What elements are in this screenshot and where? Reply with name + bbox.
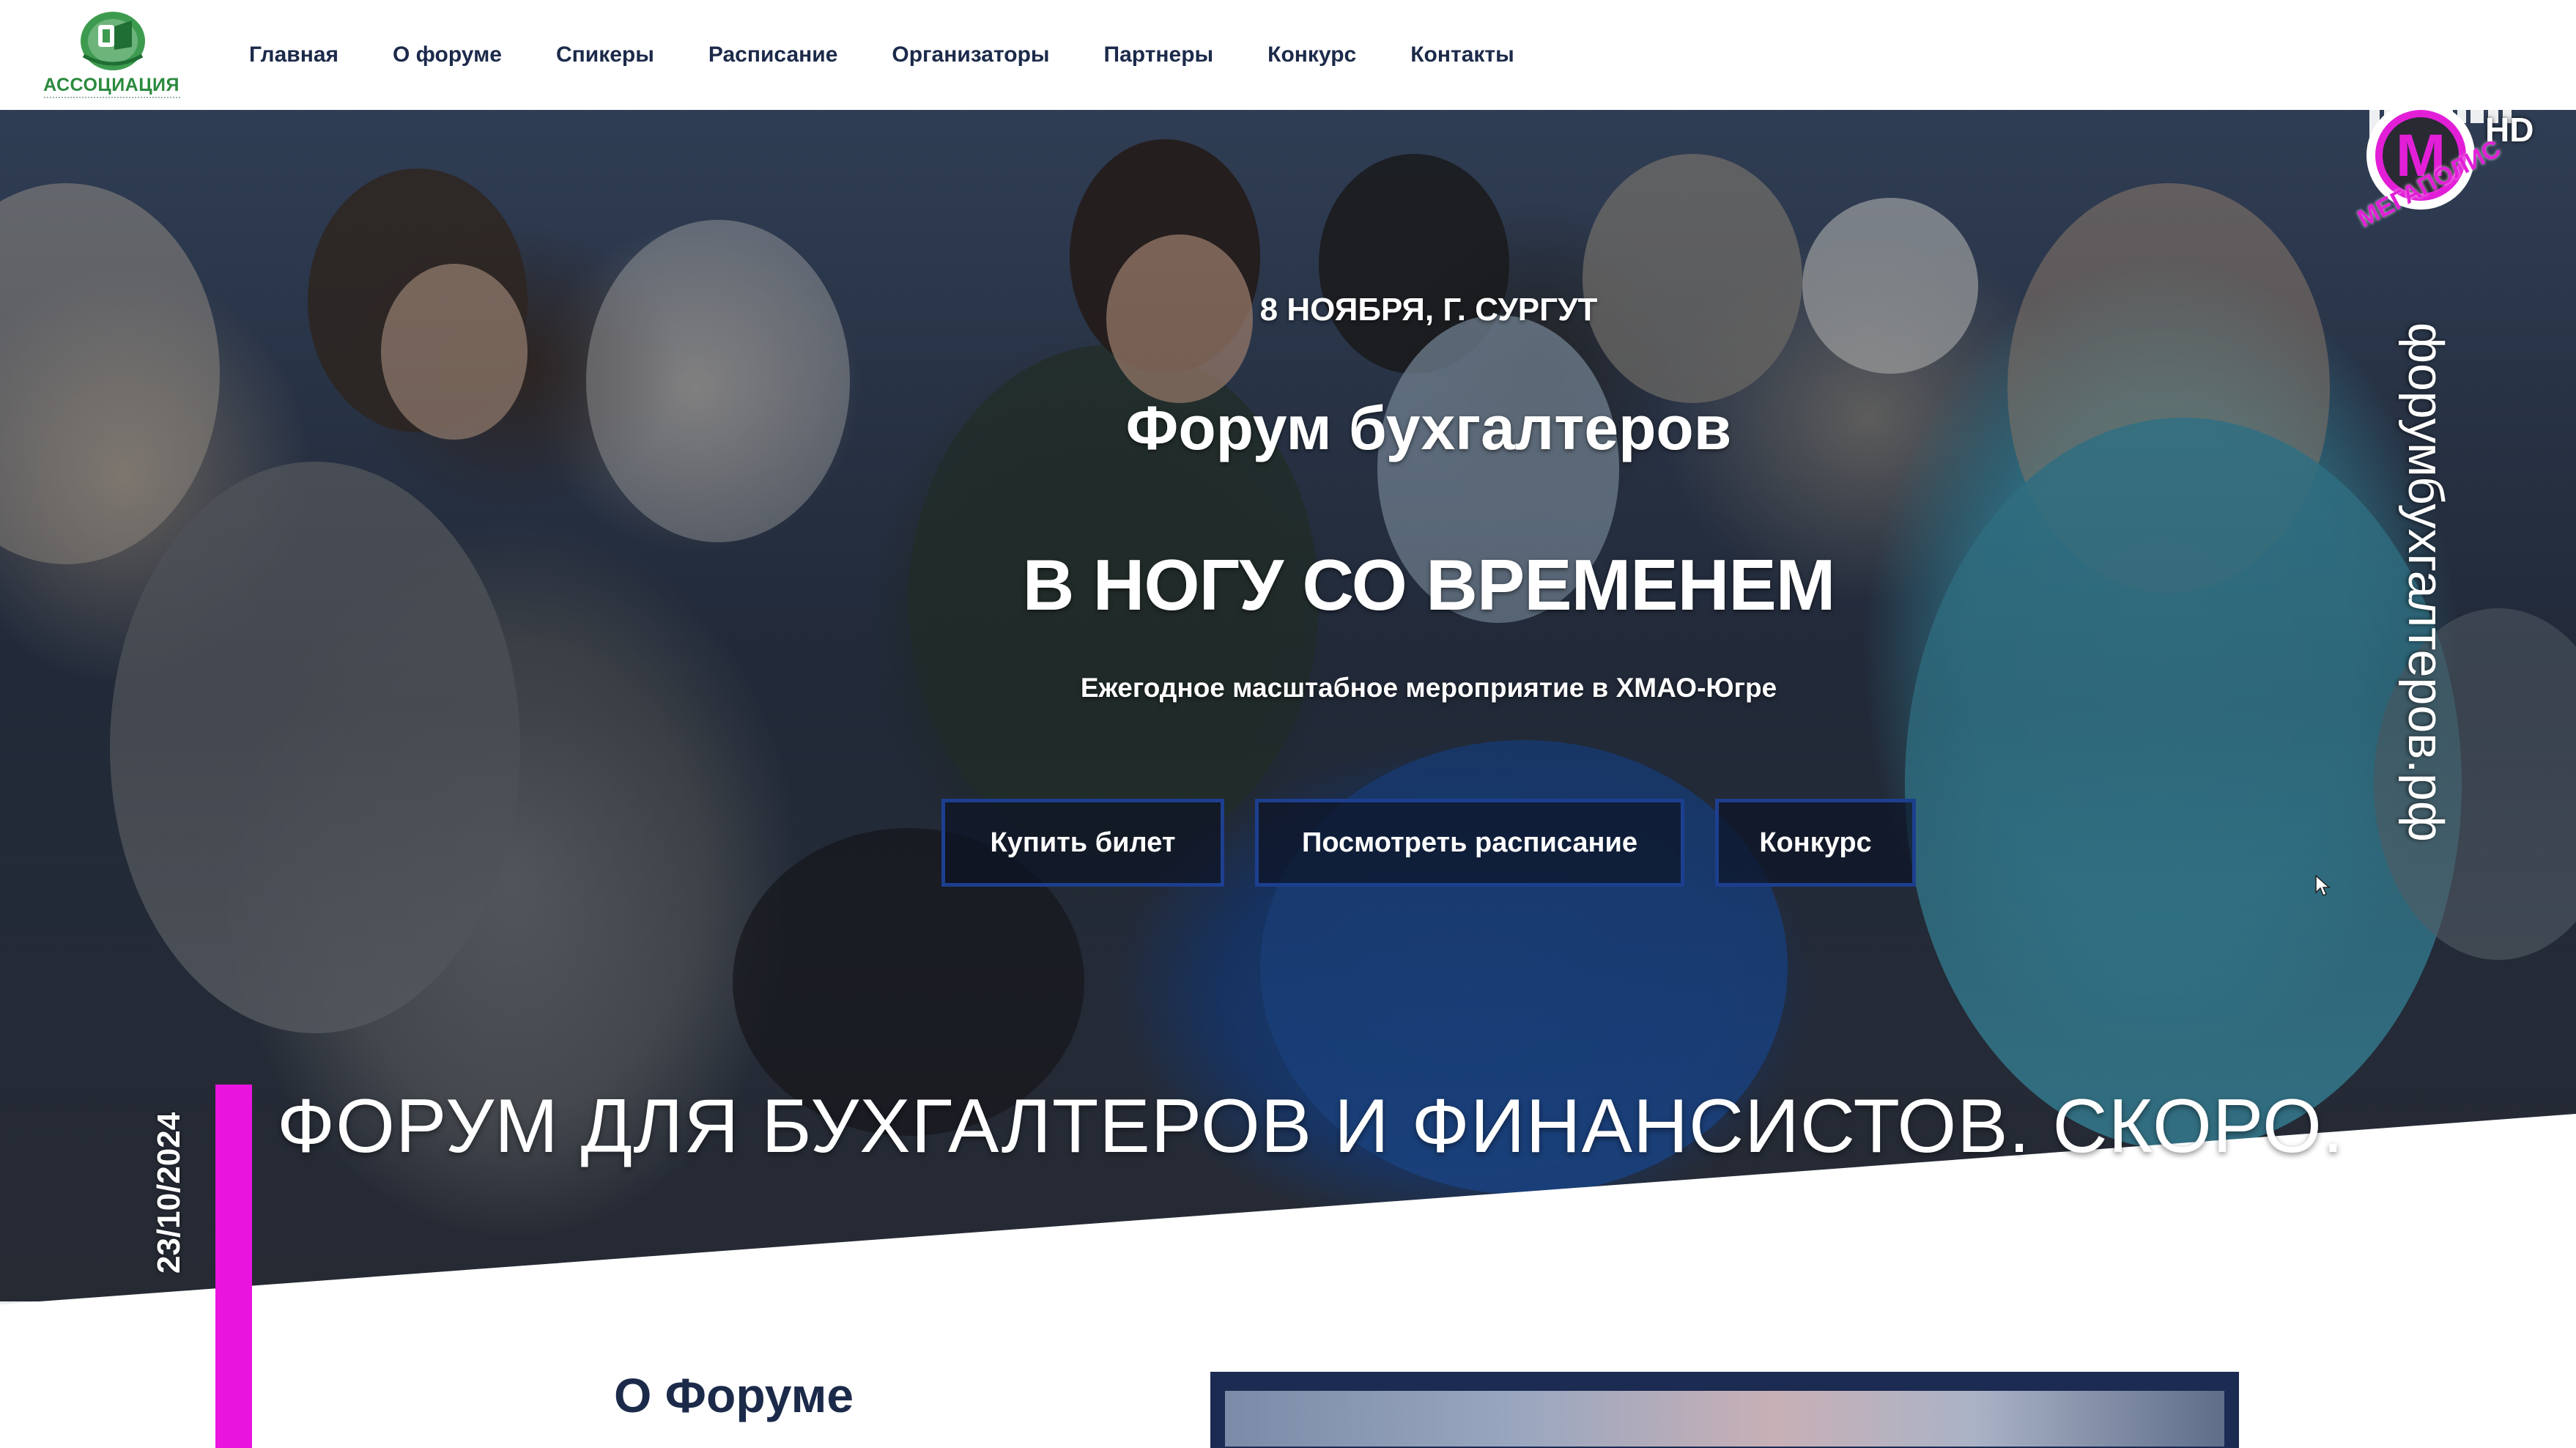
nav-item-organizers[interactable]: Организаторы: [892, 43, 1049, 67]
mouse-cursor-icon: [2315, 875, 2331, 897]
hero-subtitle: Ежегодное масштабное мероприятие в ХМАО-…: [1080, 673, 1777, 703]
tv-screen: АССОЦИАЦИЯ Главная О форуме Спикеры Расп…: [0, 0, 2576, 1448]
logo-subtitle-decoration: [44, 97, 180, 101]
ticker-headline: ФОРУМ ДЛЯ БУХГАЛТЕРОВ И ФИНАНСИСТОВ. СКО…: [277, 1084, 2344, 1169]
nav-item-schedule[interactable]: Расписание: [708, 43, 838, 67]
nav-item-about[interactable]: О форуме: [393, 43, 502, 67]
website-caption: форумбухгалтеров.рф: [2398, 322, 2454, 842]
association-logo-icon: [81, 12, 145, 70]
nav-item-home[interactable]: Главная: [249, 43, 338, 67]
main-navigation: Главная О форуме Спикеры Расписание Орга…: [249, 0, 1569, 110]
contest-button[interactable]: Конкурс: [1715, 799, 1916, 887]
association-logo[interactable]: АССОЦИАЦИЯ: [38, 4, 185, 107]
nav-item-speakers[interactable]: Спикеры: [556, 43, 654, 67]
video-thumbnail: [1225, 1391, 2224, 1447]
hero-date-location: 8 НОЯБРЯ, Г. СУРГУТ: [1259, 292, 1598, 328]
ticker-date: 23/10/2024: [151, 1112, 187, 1274]
buy-ticket-button[interactable]: Купить билет: [941, 799, 1224, 887]
nav-item-contacts[interactable]: Контакты: [1410, 43, 1514, 67]
hero-button-group: Купить билет Посмотреть расписание Конку…: [0, 799, 2576, 887]
about-forum-heading: О Форуме: [614, 1368, 854, 1422]
ticker-accent-bar: [215, 1085, 252, 1448]
about-video-frame[interactable]: [1210, 1372, 2239, 1448]
view-schedule-button[interactable]: Посмотреть расписание: [1255, 799, 1684, 887]
hero-title: Форум бухгалтеров: [1125, 394, 1732, 462]
association-logo-text: АССОЦИАЦИЯ: [43, 75, 179, 95]
site-header: АССОЦИАЦИЯ Главная О форуме Спикеры Расп…: [0, 0, 2576, 110]
nav-item-contest[interactable]: Конкурс: [1267, 43, 1356, 67]
hero-slogan: В НОГУ СО ВРЕМЕНЕМ: [1022, 544, 1836, 625]
nav-item-partners[interactable]: Партнеры: [1104, 43, 1214, 67]
